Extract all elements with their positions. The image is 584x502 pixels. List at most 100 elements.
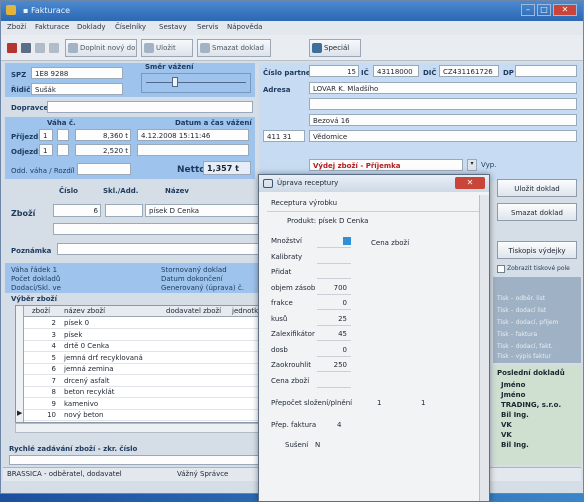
special-icon	[312, 43, 322, 53]
carrier-field[interactable]	[47, 101, 253, 113]
dialog-row-value[interactable]: 250	[317, 361, 347, 369]
table-row[interactable]: 2 písek 0	[16, 318, 258, 329]
table-row[interactable]: 7 drcený asfalt	[16, 376, 258, 387]
dialog-row-value[interactable]: 25	[317, 315, 347, 323]
dialog-row-value[interactable]: 0	[317, 346, 347, 354]
goods-name-field[interactable]: písek D Cenka	[145, 204, 259, 217]
goods-number-field[interactable]: 6	[53, 204, 101, 217]
departure-scale-spinner[interactable]	[57, 144, 69, 156]
dialog-product-label: Produkt: písek D Cenka	[287, 217, 369, 225]
dialog-row-value[interactable]: 700	[317, 284, 347, 292]
save-icon[interactable]	[49, 43, 59, 53]
new-document-button[interactable]: Doplnit nový doklad	[65, 39, 137, 57]
delete-document-button[interactable]: Smazat doklad	[197, 39, 271, 57]
recent-document-item[interactable]: VK	[501, 431, 512, 439]
new-icon[interactable]	[35, 43, 45, 53]
partner-number-field[interactable]: 15	[309, 65, 359, 77]
goods-grid[interactable]: zboží název zboží dodavatel zboží jednot…	[15, 305, 259, 423]
special-button[interactable]: Speciál	[309, 39, 361, 57]
goods-stock-field[interactable]	[105, 204, 143, 217]
dropdown-arrow-icon[interactable]: ▾	[467, 159, 477, 171]
save-button[interactable]: Uložit	[141, 39, 193, 57]
slider-thumb[interactable]	[172, 77, 178, 87]
recent-document-item[interactable]: Jméno	[501, 381, 525, 389]
address-line2-field[interactable]	[309, 98, 577, 110]
minimize-icon[interactable]: –	[521, 4, 535, 16]
ic-field[interactable]: 43118000	[373, 65, 419, 77]
postal-code-field[interactable]: 411 31	[263, 130, 305, 142]
summary-left-2: Dodací/Skl. ve	[11, 284, 61, 292]
table-row[interactable]: 9 kamenivo	[16, 399, 258, 410]
recent-document-item[interactable]: Bil Ing.	[501, 411, 529, 419]
departure-time-field[interactable]	[137, 144, 249, 156]
document-type-select[interactable]: Výdej zboží - Příjemka	[309, 159, 463, 171]
dialog-row-label: Zalexifikátor	[271, 330, 315, 338]
print-icon[interactable]	[21, 43, 31, 53]
table-row[interactable]: 3 písek	[16, 330, 258, 341]
print-list-item[interactable]: Tisk – dodací list	[497, 307, 546, 314]
note-field[interactable]	[57, 243, 259, 255]
arrival-scale-spinner[interactable]	[57, 129, 69, 141]
spz-field[interactable]: 1E8 9288	[31, 67, 123, 79]
menu-item-fakturace[interactable]: Fakturace	[35, 23, 69, 31]
menu-item-servis[interactable]: Servis	[197, 23, 218, 31]
direction-slider[interactable]	[141, 73, 251, 93]
goods-number-cell: 4	[51, 342, 56, 350]
dialog-row-underline	[317, 371, 351, 372]
dialog-header-label: Receptura výrobku	[271, 199, 338, 207]
print-list-item[interactable]: Tisk – faktura	[497, 331, 537, 338]
driver-field[interactable]: Sušák	[31, 83, 123, 95]
menu-item-sestavy[interactable]: Sestavy	[159, 23, 187, 31]
grid-horizontal-scrollbar[interactable]	[15, 423, 259, 433]
menu-item-ciselniky[interactable]: Číselníky	[115, 23, 146, 31]
recent-document-item[interactable]: VK	[501, 421, 512, 429]
print-list-item[interactable]: Tisk – dodací, příjem	[497, 319, 558, 326]
arrival-weight-field[interactable]: 8,360 t	[75, 129, 131, 141]
grid-header-nazev[interactable]: název zboží	[64, 307, 105, 315]
print-list-item[interactable]: Tisk – výpis faktur	[497, 353, 551, 360]
departure-scale-field[interactable]: 1	[39, 144, 53, 156]
table-row[interactable]: 10 nový beton	[16, 410, 258, 421]
dialog-row-underline	[317, 262, 351, 264]
tare-diff-field[interactable]	[77, 163, 131, 175]
dialog-row-value[interactable]: 0	[317, 299, 347, 307]
menu-item-zbozi[interactable]: Zboží	[7, 23, 26, 31]
city-field[interactable]: Vědomice	[309, 130, 577, 142]
maximize-icon[interactable]: □	[537, 4, 551, 16]
print-list-item[interactable]: Tisk – dodací, fakt.	[497, 343, 553, 350]
departure-weight-field[interactable]: 2,520 t	[75, 144, 131, 156]
print-form-button[interactable]: Tiskopis výdejky	[497, 241, 577, 259]
arrival-time-field[interactable]: 4.12.2008 15:11:46	[137, 129, 249, 141]
dic-field[interactable]: CZ431161726	[439, 65, 499, 77]
address-name-field[interactable]: LOVAR K. Mladšího	[309, 82, 577, 94]
dialog-invoice-value: 4	[337, 421, 342, 429]
menu-item-doklady[interactable]: Doklady	[77, 23, 106, 31]
table-row[interactable]: 6 jemná zemina	[16, 364, 258, 375]
grid-header-jednotka[interactable]: jednotka	[232, 307, 258, 315]
delete-document-side-button[interactable]: Smazat doklad	[497, 203, 577, 221]
grid-header-dodavatel[interactable]: dodavatel zboží	[166, 307, 221, 315]
address-street-field[interactable]: Bezová 16	[309, 114, 577, 126]
table-row[interactable]: 8 beton recyklát	[16, 387, 258, 398]
recent-document-item[interactable]: TRADING, s.r.o.	[501, 401, 561, 409]
goods-extra-field[interactable]	[53, 223, 259, 235]
grid-header-zbozi[interactable]: zboží	[32, 307, 50, 315]
show-print-checkbox[interactable]	[497, 265, 505, 273]
arrival-scale-field[interactable]: 1	[39, 129, 53, 141]
close-icon[interactable]: ✕	[455, 177, 485, 189]
disk-icon	[144, 43, 154, 53]
close-icon[interactable]: ✕	[553, 4, 577, 16]
quick-entry-field[interactable]	[9, 455, 259, 465]
print-list-item[interactable]: Tisk – odběr. list	[497, 295, 545, 302]
dialog-row-value[interactable]: 45	[317, 330, 347, 338]
save-document-button[interactable]: Uložit doklad	[497, 179, 577, 197]
table-row[interactable]: 4 drtě 0 Cenka	[16, 341, 258, 352]
recent-document-item[interactable]: Jméno	[501, 391, 525, 399]
dp-field[interactable]	[515, 65, 577, 77]
dialog-scrollbar[interactable]	[479, 195, 489, 501]
exit-icon[interactable]	[7, 43, 17, 53]
dialog-recalc-label: Přepočet složení/plnění	[271, 399, 353, 407]
recent-document-item[interactable]: Bil Ing.	[501, 441, 529, 449]
menu-item-napoveda[interactable]: Nápověda	[227, 23, 262, 31]
table-row[interactable]: 5 jemná drť recyklovaná	[16, 353, 258, 364]
